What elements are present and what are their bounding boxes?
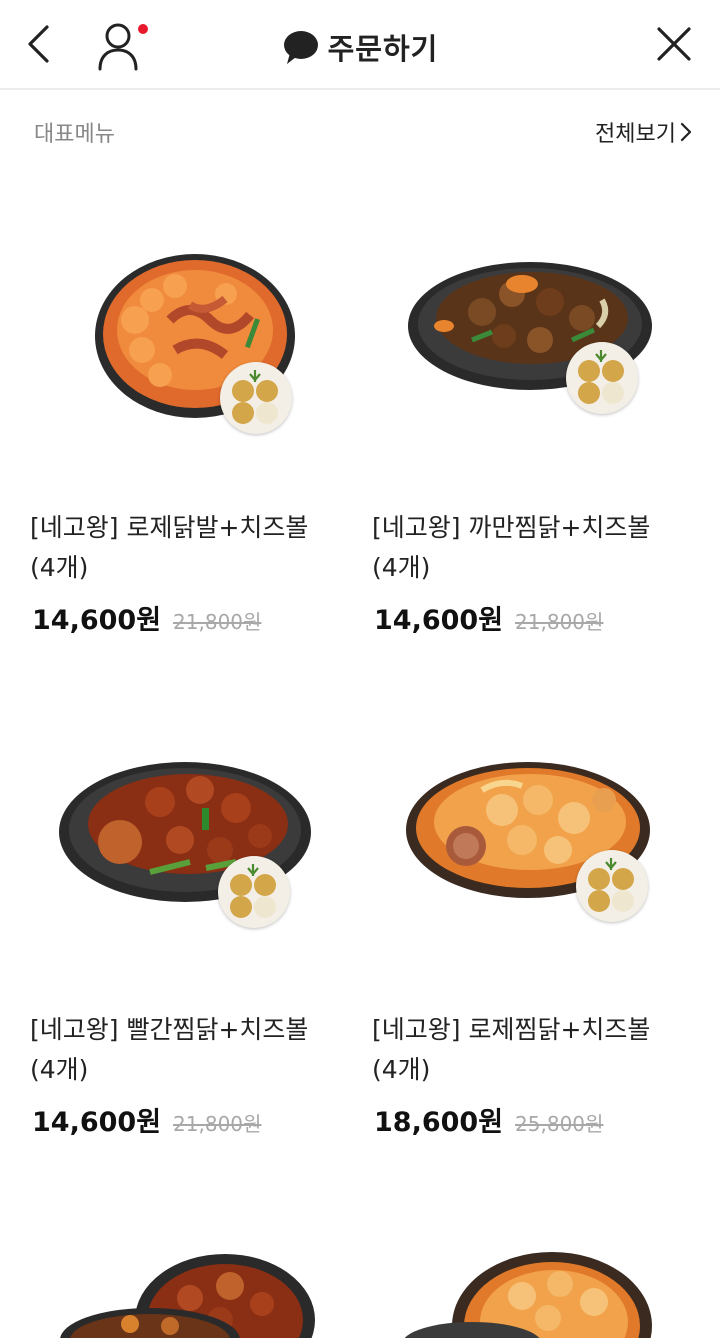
sale-price: 14,600원: [32, 1107, 162, 1138]
menu-name-line1: [네고왕] 빨간찜닭+치즈볼: [30, 1015, 309, 1044]
cheese-ball-badge: [220, 362, 292, 434]
menu-card[interactable]: [네고왕] 까만찜닭+치즈볼 (4개) 14,600원 21,800원: [372, 190, 692, 650]
chat-bubble-icon: [283, 31, 318, 64]
page-title: 주문하기: [0, 26, 720, 68]
menu-name[interactable]: [네고왕] 로제찜닭+치즈볼 (4개): [372, 1010, 692, 1090]
section-header: 대표메뉴 전체보기: [0, 112, 720, 152]
original-price: 21,800원: [173, 1112, 262, 1136]
menu-card[interactable]: [372, 1240, 692, 1338]
cheese-ball-badge: [218, 856, 290, 928]
menu-image[interactable]: [30, 190, 350, 490]
section-title: 대표메뉴: [34, 122, 115, 147]
original-price: 25,800원: [515, 1112, 604, 1136]
see-all-link[interactable]: 전체보기: [595, 116, 692, 148]
original-price: 21,800원: [173, 610, 262, 634]
menu-name-line1: [네고왕] 까만찜닭+치즈볼: [372, 513, 651, 542]
price-row: 14,600원 21,800원: [32, 598, 261, 637]
menu-card[interactable]: [30, 1240, 350, 1338]
chevron-right-icon: [680, 122, 692, 142]
price-row: 14,600원 21,800원: [32, 1100, 261, 1139]
menu-name[interactable]: [네고왕] 로제닭발+치즈볼 (4개): [30, 508, 350, 588]
cheese-ball-badge: [576, 850, 648, 922]
menu-name[interactable]: [네고왕] 빨간찜닭+치즈볼 (4개): [30, 1010, 350, 1090]
top-bar: 주문하기: [0, 0, 720, 90]
close-icon: [657, 27, 691, 61]
menu-image[interactable]: [372, 1240, 692, 1338]
menu-name-line2: (4개): [372, 1055, 431, 1084]
sale-price: 14,600원: [374, 605, 504, 636]
price-row: 14,600원 21,800원: [374, 598, 603, 637]
original-price: 21,800원: [515, 610, 604, 634]
menu-card[interactable]: [네고왕] 로제닭발+치즈볼 (4개) 14,600원 21,800원: [30, 190, 350, 650]
menu-image[interactable]: [372, 690, 692, 990]
menu-card[interactable]: [네고왕] 로제찜닭+치즈볼 (4개) 18,600원 25,800원: [372, 690, 692, 1150]
price-row: 18,600원 25,800원: [374, 1100, 603, 1139]
menu-image[interactable]: [372, 190, 692, 490]
menu-card[interactable]: [네고왕] 빨간찜닭+치즈볼 (4개) 14,600원 21,800원: [30, 690, 350, 1150]
menu-name-line2: (4개): [30, 1055, 89, 1084]
menu-image[interactable]: [30, 1240, 350, 1338]
menu-name-line2: (4개): [372, 553, 431, 582]
menu-name-line1: [네고왕] 로제찜닭+치즈볼: [372, 1015, 651, 1044]
close-button[interactable]: [652, 22, 696, 66]
menu-image[interactable]: [30, 690, 350, 990]
menu-name[interactable]: [네고왕] 까만찜닭+치즈볼 (4개): [372, 508, 692, 588]
sale-price: 14,600원: [32, 605, 162, 636]
page-title-text: 주문하기: [327, 32, 439, 66]
menu-name-line1: [네고왕] 로제닭발+치즈볼: [30, 513, 309, 542]
sale-price: 18,600원: [374, 1107, 504, 1138]
menu-name-line2: (4개): [30, 553, 89, 582]
cheese-ball-badge: [566, 342, 638, 414]
see-all-label: 전체보기: [595, 122, 676, 147]
